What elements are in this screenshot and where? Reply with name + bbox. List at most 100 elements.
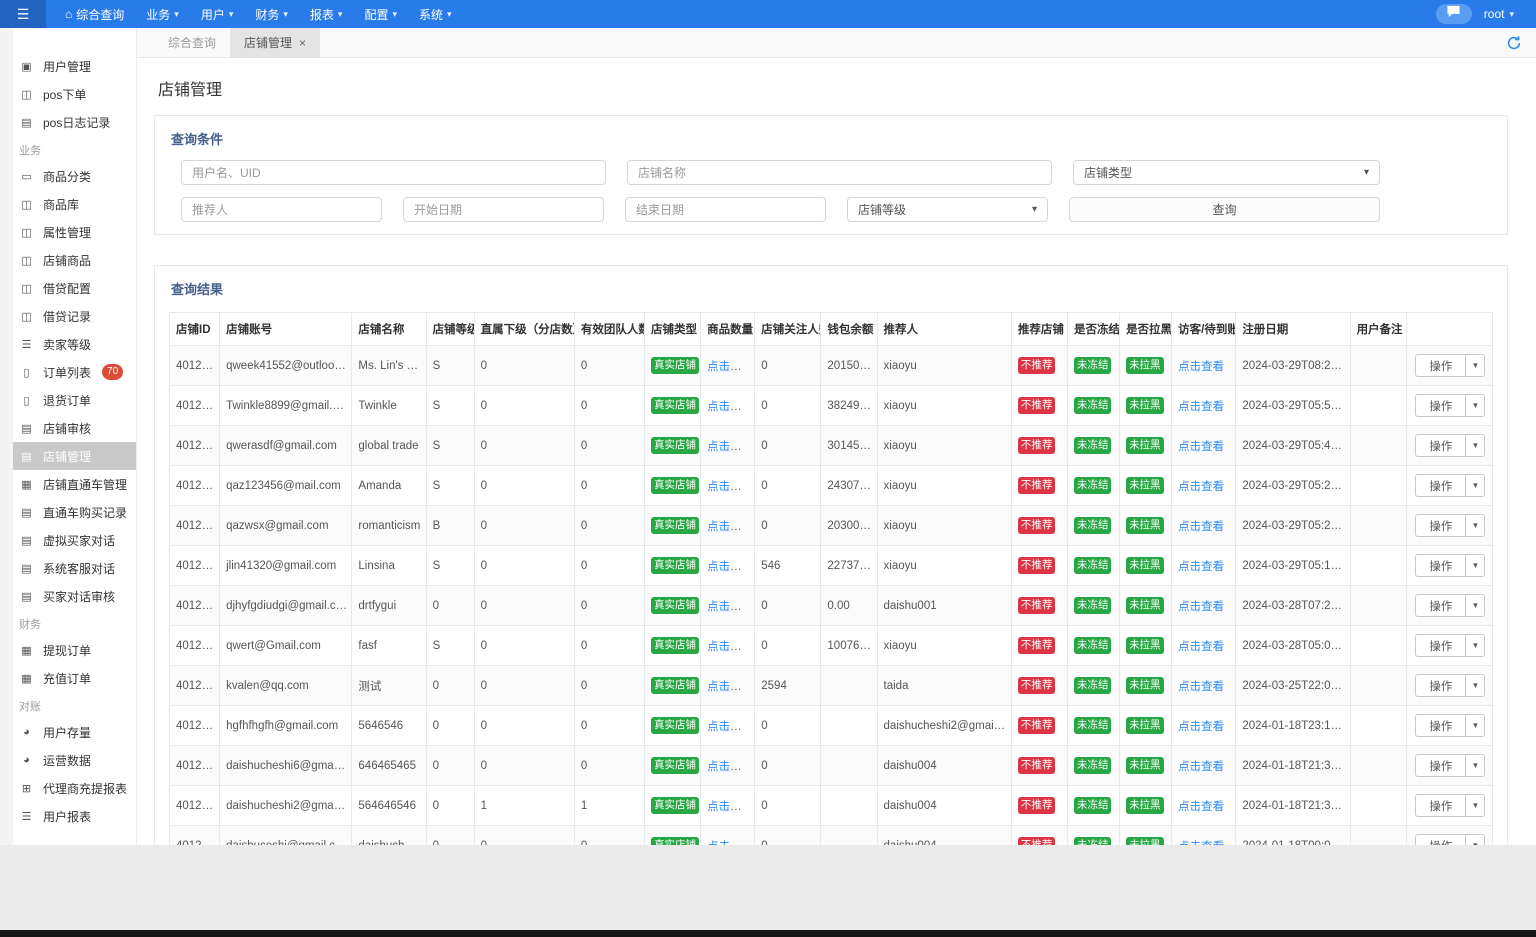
goods-view-link[interactable]: 点击查看 <box>707 401 753 413</box>
column-header: 店铺名称 <box>351 312 427 346</box>
sidebar-item[interactable]: ◫ 属性管理 <box>13 218 136 246</box>
caret-down-icon[interactable]: ▾ <box>1465 435 1485 456</box>
goods-view-link[interactable]: 点击查看 <box>707 841 753 846</box>
caret-down-icon[interactable]: ▾ <box>1465 515 1485 536</box>
caret-down-icon[interactable]: ▾ <box>1465 835 1485 845</box>
sidebar-item[interactable]: ▦ 充值订单 <box>13 664 136 692</box>
sidebar-item[interactable]: ◫ pos下单 <box>13 80 136 108</box>
caret-down-icon[interactable]: ▾ <box>1465 715 1485 736</box>
sidebar-item[interactable]: ▤ pos日志记录 <box>13 108 136 136</box>
visitors-view-link[interactable]: 点击查看 <box>1178 761 1224 773</box>
shop-name-input[interactable] <box>627 160 1052 185</box>
action-button[interactable]: 操作 ▾ <box>1415 754 1486 777</box>
goods-view-link[interactable]: 点击查看 <box>707 801 753 813</box>
search-button[interactable]: 查询 <box>1069 197 1380 222</box>
goods-view-link[interactable]: 点击查看 <box>707 761 753 773</box>
caret-down-icon[interactable]: ▾ <box>1465 475 1485 496</box>
action-button[interactable]: 操作 ▾ <box>1415 514 1486 537</box>
goods-view-link[interactable]: 点击查看 <box>707 641 753 653</box>
visitors-view-link[interactable]: 点击查看 <box>1178 601 1224 613</box>
sidebar-item[interactable]: ◫ 借贷记录 <box>13 302 136 330</box>
sidebar-item[interactable]: ▤ 直通车购买记录 <box>13 498 136 526</box>
start-date-input[interactable] <box>403 197 604 222</box>
visitors-view-link[interactable]: 点击查看 <box>1178 841 1224 846</box>
sidebar-item[interactable]: ▣ 用户管理 <box>13 52 136 80</box>
visitors-view-link[interactable]: 点击查看 <box>1178 361 1224 373</box>
tab[interactable]: 综合查询 × <box>154 28 230 58</box>
goods-view-link[interactable]: 点击查看 <box>707 481 753 493</box>
top-menu-item[interactable]: 系统 ▾ <box>408 0 463 28</box>
action-button[interactable]: 操作 ▾ <box>1415 554 1486 577</box>
caret-down-icon[interactable]: ▾ <box>1465 355 1485 376</box>
refresh-button[interactable] <box>1506 35 1522 51</box>
caret-down-icon[interactable]: ▾ <box>1465 595 1485 616</box>
sidebar-item[interactable]: ▯ 退货订单 <box>13 386 136 414</box>
referrer-input[interactable] <box>181 197 382 222</box>
goods-view-link[interactable]: 点击查看 <box>707 601 753 613</box>
sidebar-item[interactable]: ⊞ 代理商充提报表 <box>13 774 136 802</box>
sidebar-item[interactable]: ▤ 虚拟买家对话 <box>13 526 136 554</box>
sidebar-item[interactable]: ◫ 商品库 <box>13 190 136 218</box>
sidebar-item[interactable]: ▦ 店铺直通车管理 <box>13 470 136 498</box>
caret-down-icon[interactable]: ▾ <box>1465 755 1485 776</box>
visitors-view-link[interactable]: 点击查看 <box>1178 441 1224 453</box>
caret-down-icon[interactable]: ▾ <box>1465 795 1485 816</box>
sidebar-toggle-button[interactable]: ☰ <box>0 0 46 28</box>
caret-down-icon[interactable]: ▾ <box>1465 555 1485 576</box>
chat-button[interactable] <box>1435 4 1472 24</box>
top-menu-item[interactable]: 业务 ▾ <box>135 0 190 28</box>
user-menu[interactable]: root ▾ <box>1484 7 1514 21</box>
visitors-view-link[interactable]: 点击查看 <box>1178 521 1224 533</box>
action-button[interactable]: 操作 ▾ <box>1415 394 1486 417</box>
top-menu-item[interactable]: 财务 ▾ <box>244 0 299 28</box>
caret-down-icon[interactable]: ▾ <box>1465 395 1485 416</box>
visitors-view-link[interactable]: 点击查看 <box>1178 481 1224 493</box>
action-button[interactable]: 操作 ▾ <box>1415 674 1486 697</box>
sidebar-item[interactable]: ◕ 运营数据 <box>13 746 136 774</box>
sidebar-item[interactable]: ◫ 店铺商品 <box>13 246 136 274</box>
visitors-view-link[interactable]: 点击查看 <box>1178 561 1224 573</box>
sidebar-item[interactable]: ▭ 商品分类 <box>13 162 136 190</box>
sidebar-item[interactable]: ◕ 用户存量 <box>13 718 136 746</box>
sidebar-item[interactable]: ◫ 借贷配置 <box>13 274 136 302</box>
action-button[interactable]: 操作 ▾ <box>1415 354 1486 377</box>
visitors-view-link[interactable]: 点击查看 <box>1178 401 1224 413</box>
action-button[interactable]: 操作 ▾ <box>1415 434 1486 457</box>
shop-type-select[interactable]: 店铺类型 ▾ <box>1073 160 1380 185</box>
goods-view-link[interactable]: 点击查看 <box>707 441 753 453</box>
visitors-view-link[interactable]: 点击查看 <box>1178 641 1224 653</box>
username-input[interactable] <box>181 160 606 185</box>
goods-view-link[interactable]: 点击查看 <box>707 681 753 693</box>
visitors-view-link[interactable]: 点击查看 <box>1178 681 1224 693</box>
action-button[interactable]: 操作 ▾ <box>1415 794 1486 817</box>
goods-view-link[interactable]: 点击查看 <box>707 721 753 733</box>
sidebar-item[interactable]: ▯ 订单列表 70 <box>13 358 136 386</box>
top-menu-item[interactable]: 用户 ▾ <box>190 0 245 28</box>
action-button[interactable]: 操作 ▾ <box>1415 474 1486 497</box>
shop-level-select[interactable]: 店铺等级 ▾ <box>847 197 1048 222</box>
action-button[interactable]: 操作 ▾ <box>1415 594 1486 617</box>
caret-down-icon[interactable]: ▾ <box>1465 675 1485 696</box>
visitors-view-link[interactable]: 点击查看 <box>1178 721 1224 733</box>
goods-view-link[interactable]: 点击查看 <box>707 521 753 533</box>
caret-down-icon[interactable]: ▾ <box>1465 635 1485 656</box>
action-button[interactable]: 操作 ▾ <box>1415 834 1486 845</box>
action-button[interactable]: 操作 ▾ <box>1415 634 1486 657</box>
top-menu-item[interactable]: ⌂ 综合查询 ▾ <box>54 0 135 28</box>
top-menu-item[interactable]: 报表 ▾ <box>299 0 354 28</box>
goods-view-link[interactable]: 点击查看 <box>707 361 753 373</box>
sidebar-item[interactable]: ☰ 用户报表 <box>13 802 136 830</box>
end-date-input[interactable] <box>625 197 826 222</box>
sidebar-item[interactable]: ▤ 店铺审核 <box>13 414 136 442</box>
sidebar-item[interactable]: ▤ 系统客服对话 <box>13 554 136 582</box>
sidebar-item[interactable]: ▤ 买家对话审核 <box>13 582 136 610</box>
action-button[interactable]: 操作 ▾ <box>1415 714 1486 737</box>
tab[interactable]: 店铺管理 × <box>230 28 321 58</box>
sidebar-item[interactable]: ▦ 提现订单 <box>13 636 136 664</box>
sidebar-item[interactable]: ☰ 卖家等级 <box>13 330 136 358</box>
goods-view-link[interactable]: 点击查看 <box>707 561 753 573</box>
top-menu-item[interactable]: 配置 ▾ <box>353 0 408 28</box>
sidebar-item[interactable]: ▤ 店铺管理 <box>13 442 136 470</box>
close-icon[interactable]: × <box>299 36 306 50</box>
visitors-view-link[interactable]: 点击查看 <box>1178 801 1224 813</box>
